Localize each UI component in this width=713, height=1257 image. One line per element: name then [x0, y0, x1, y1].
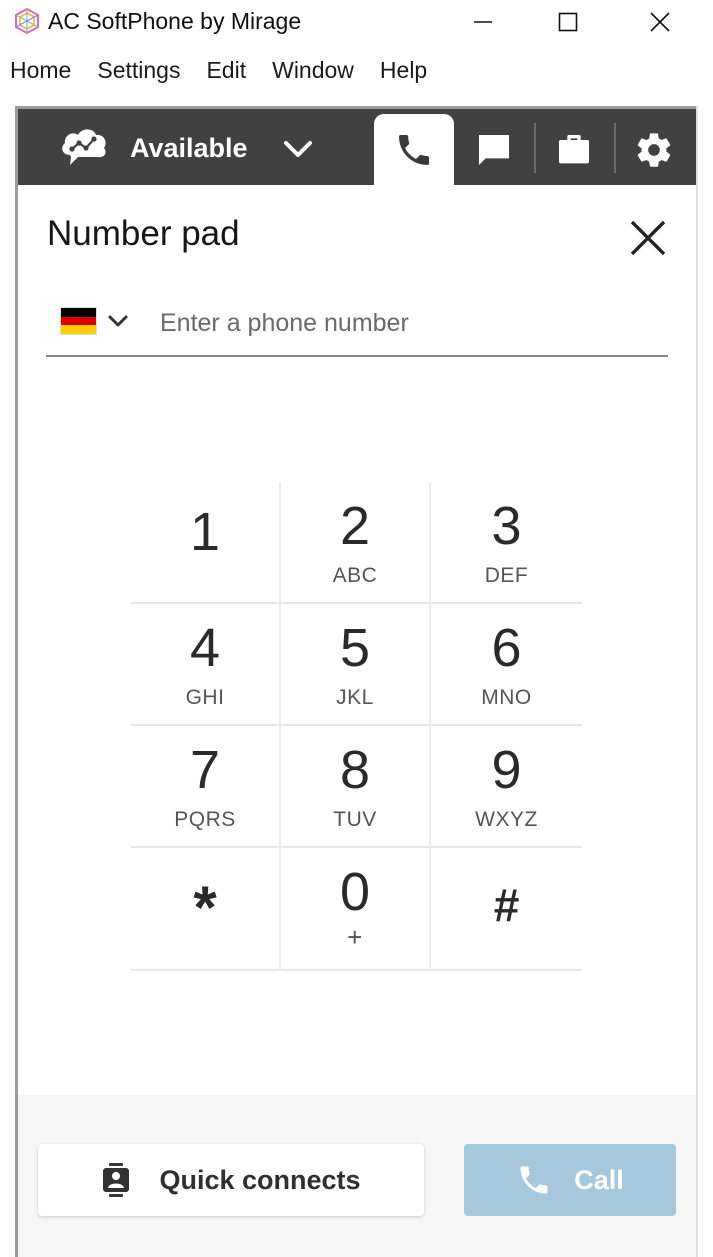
call-button[interactable]: Call — [464, 1144, 676, 1216]
tab-chat[interactable] — [454, 114, 534, 185]
window-title: AC SoftPhone by Mirage — [48, 8, 302, 34]
menu-help[interactable]: Help — [380, 57, 427, 84]
chat-icon — [479, 134, 509, 165]
key-8[interactable]: 8 TUV — [281, 726, 431, 848]
call-label: Call — [574, 1164, 624, 1195]
key-hash[interactable]: # — [431, 848, 582, 971]
key-digit: 3 — [491, 496, 522, 556]
close-icon — [650, 12, 670, 32]
phone-icon — [520, 1166, 548, 1194]
key-letters: GHI — [185, 686, 225, 709]
key-digit: 6 — [491, 618, 522, 678]
menu-settings[interactable]: Settings — [97, 57, 180, 84]
key-0[interactable]: 0 + — [281, 848, 431, 971]
tab-settings[interactable] — [614, 114, 694, 185]
key-digit: 2 — [339, 496, 371, 556]
phone-input-underline — [46, 355, 668, 357]
germany-flag-icon[interactable] — [60, 307, 97, 335]
key-digit: 1 — [189, 502, 221, 562]
contacts-book-icon — [103, 1163, 130, 1197]
maximize-button[interactable] — [545, 0, 591, 44]
key-letters: DEF — [484, 564, 529, 587]
key-letters: WXYZ — [475, 808, 538, 831]
page-title: Number pad — [47, 214, 240, 253]
key-9[interactable]: 9 WXYZ — [431, 726, 582, 848]
agent-status-cloud-icon — [62, 129, 106, 165]
key-4[interactable]: 4 GHI — [131, 604, 281, 726]
gear-icon — [637, 132, 671, 167]
menu-window[interactable]: Window — [272, 57, 354, 84]
key-letters: TUV — [333, 808, 377, 831]
app-frame-left — [15, 106, 18, 1257]
app-logo-icon — [15, 8, 39, 34]
tab-phone[interactable] — [374, 114, 454, 185]
menu-edit[interactable]: Edit — [206, 57, 246, 84]
key-letters: MNO — [481, 686, 532, 709]
app-frame-right — [696, 106, 698, 1257]
minimize-button[interactable] — [460, 0, 506, 44]
number-pad-close-button[interactable] — [624, 214, 672, 262]
chevron-down-icon[interactable] — [280, 135, 316, 163]
menu-home[interactable]: Home — [10, 57, 71, 84]
key-letters: PQRS — [174, 808, 236, 831]
key-digit: 7 — [189, 740, 221, 800]
key-digit: 4 — [189, 618, 221, 678]
agent-toolbar: Available — [18, 109, 696, 185]
quick-connects-button[interactable]: Quick connects — [38, 1144, 424, 1216]
briefcase-icon — [559, 134, 589, 163]
agent-status-label[interactable]: Available — [130, 133, 248, 164]
minimize-icon — [474, 21, 492, 23]
key-digit: * — [193, 874, 217, 941]
chevron-down-icon[interactable] — [106, 310, 130, 332]
phone-number-input[interactable] — [160, 300, 660, 346]
key-letters: + — [347, 922, 363, 952]
key-digit: 5 — [339, 618, 371, 678]
key-1[interactable]: 1 — [131, 482, 281, 604]
key-digit: 8 — [339, 740, 371, 800]
window-close-button[interactable] — [637, 0, 683, 44]
key-2[interactable]: 2 ABC — [281, 482, 431, 604]
key-letters: JKL — [336, 686, 374, 709]
menu-bar: Home Settings Edit Window Help — [0, 48, 713, 92]
key-digit: # — [493, 879, 520, 931]
key-digit: 0 — [339, 862, 371, 922]
close-icon — [630, 220, 666, 256]
quick-connects-label: Quick connects — [159, 1164, 361, 1195]
window-titlebar: AC SoftPhone by Mirage — [0, 0, 713, 44]
dial-keypad: 1 2 ABC 3 DEF 4 GHI 5 JKL 6 MNO 7 PQRS 8… — [131, 482, 582, 971]
key-7[interactable]: 7 PQRS — [131, 726, 281, 848]
phone-icon — [399, 134, 429, 165]
key-6[interactable]: 6 MNO — [431, 604, 582, 726]
maximize-icon — [558, 12, 578, 32]
tab-tasks[interactable] — [534, 114, 614, 185]
key-letters: ABC — [332, 564, 378, 587]
key-digit: 9 — [491, 740, 522, 800]
key-3[interactable]: 3 DEF — [431, 482, 582, 604]
key-star[interactable]: * — [131, 848, 281, 971]
key-5[interactable]: 5 JKL — [281, 604, 431, 726]
